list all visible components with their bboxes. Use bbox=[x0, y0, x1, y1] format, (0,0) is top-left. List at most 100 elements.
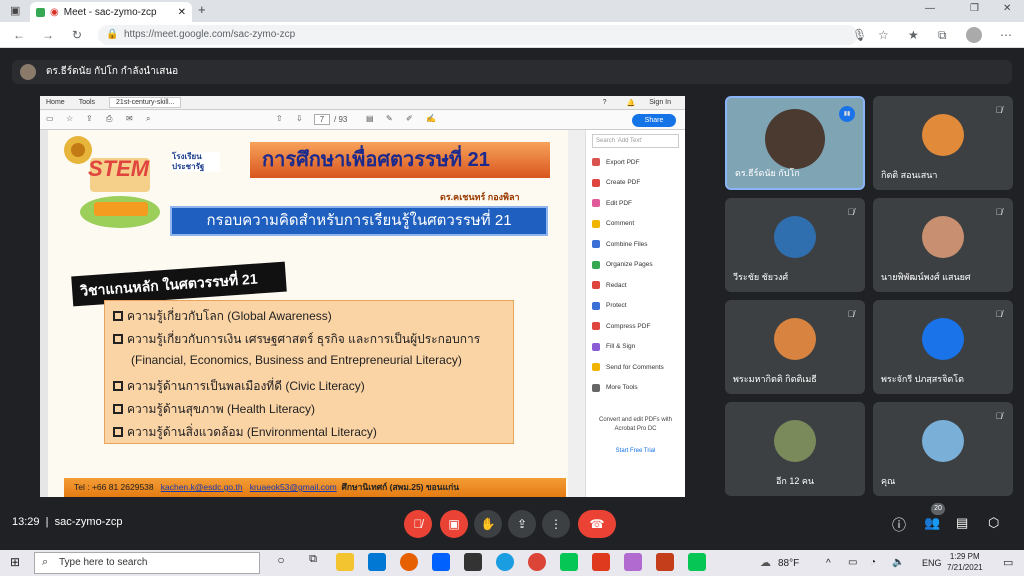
tool-item[interactable]: Compress PDF bbox=[586, 316, 685, 337]
pdf-file-tab[interactable]: 21st-century-skill... bbox=[109, 97, 182, 108]
save-icon[interactable]: ▭ bbox=[46, 114, 54, 123]
refresh-icon[interactable]: ↻ bbox=[72, 22, 82, 48]
participant-tile[interactable]: 🎙̸ พระจักรี ปภสฺสรจิตโต bbox=[873, 300, 1013, 394]
file-explorer-icon[interactable] bbox=[336, 553, 354, 571]
participant-tile[interactable]: อีก 12 คน bbox=[725, 402, 865, 496]
tool-item[interactable]: Fill & Sign bbox=[586, 337, 685, 358]
tool-item[interactable]: Send for Comments bbox=[586, 357, 685, 378]
participant-tile[interactable]: 🎙̸ นายพิพัฒน์พงศ์ แสนยศ bbox=[873, 198, 1013, 292]
cortana-icon[interactable]: ○ bbox=[272, 553, 290, 571]
help-icon[interactable]: ? bbox=[603, 99, 607, 106]
minimize-button[interactable]: — bbox=[925, 3, 935, 14]
volume-icon[interactable]: 🔈 bbox=[892, 557, 904, 568]
mail-icon[interactable] bbox=[368, 553, 386, 571]
tool-item[interactable]: Combine Files bbox=[586, 234, 685, 255]
maximize-button[interactable]: ❐ bbox=[970, 3, 979, 14]
weather-temp[interactable]: 88°F bbox=[778, 558, 799, 569]
windows-start-icon[interactable]: ⊞ bbox=[10, 555, 20, 569]
back-icon[interactable]: ← bbox=[13, 22, 25, 48]
leave-call-button[interactable]: ☎ bbox=[578, 510, 616, 538]
notification-bell-icon[interactable]: 🔔 bbox=[626, 99, 635, 107]
page-up-icon[interactable]: ⇧ bbox=[276, 114, 283, 123]
favorite-star-icon[interactable]: ☆ bbox=[878, 22, 889, 48]
chat-icon[interactable]: ▤ bbox=[956, 515, 968, 531]
comment-icon[interactable]: ▤ bbox=[366, 114, 374, 123]
favorites-icon[interactable]: ★ bbox=[908, 22, 919, 48]
footer-email-2[interactable]: kruaeok53@gmail.com bbox=[250, 482, 337, 492]
more-menu-icon[interactable]: ⋯ bbox=[1000, 22, 1012, 48]
edge-icon[interactable] bbox=[496, 553, 514, 571]
start-trial-link[interactable]: Start Free Trial bbox=[586, 448, 685, 454]
clock-time: 1:29 PM bbox=[949, 552, 980, 561]
taskbar-search-input[interactable]: Type here to search bbox=[34, 552, 260, 574]
tools-search-input[interactable]: Search 'Add Text' bbox=[592, 134, 679, 148]
line-icon[interactable] bbox=[560, 553, 578, 571]
taskbar-clock[interactable]: 1:29 PM 7/21/2021 bbox=[947, 551, 983, 573]
amazon-icon[interactable] bbox=[464, 553, 482, 571]
tool-item[interactable]: More Tools bbox=[586, 378, 685, 399]
page-down-icon[interactable]: ⇩ bbox=[296, 114, 303, 123]
network-icon[interactable]: ▭ bbox=[848, 557, 857, 568]
page-number-input[interactable]: 7 bbox=[314, 114, 330, 125]
activities-icon[interactable]: ⬡ bbox=[988, 515, 999, 531]
pen-icon[interactable]: ✎ bbox=[386, 114, 393, 123]
tray-chevron-icon[interactable]: ^ bbox=[826, 558, 831, 569]
chrome-icon[interactable] bbox=[528, 553, 546, 571]
profile-avatar[interactable] bbox=[966, 27, 982, 43]
tool-item[interactable]: Comment bbox=[586, 214, 685, 235]
raise-hand-button[interactable]: ✋ bbox=[474, 510, 502, 538]
powerpoint-icon[interactable] bbox=[656, 553, 674, 571]
bookmark-star-icon[interactable]: ☆ bbox=[66, 114, 73, 123]
collections-icon[interactable]: ⧉ bbox=[938, 22, 947, 48]
participant-tile[interactable]: 🎙̸ พระมหากิตติ กิตติเมธี bbox=[725, 300, 865, 394]
language-indicator[interactable]: ENG bbox=[922, 558, 942, 568]
paint-icon[interactable] bbox=[624, 553, 642, 571]
info-icon[interactable]: ⓘ bbox=[892, 515, 906, 535]
tool-item[interactable]: Create PDF bbox=[586, 173, 685, 194]
tool-item[interactable]: Edit PDF bbox=[586, 193, 685, 214]
participant-tile[interactable]: ▮▮ ดร.ธีร์ดนัย กัปโก bbox=[725, 96, 865, 190]
participant-tile[interactable]: 🎙̸ วีระชัย ชัยวงศ์ bbox=[725, 198, 865, 292]
tool-item[interactable]: Export PDF bbox=[586, 152, 685, 173]
print-icon[interactable]: ⎙ bbox=[106, 114, 112, 124]
mic-off-icon: 🎙̸ bbox=[413, 517, 423, 531]
dropbox-icon[interactable] bbox=[432, 553, 450, 571]
tool-item[interactable]: Protect bbox=[586, 296, 685, 317]
zoom-search-icon[interactable]: ⌕ bbox=[146, 114, 150, 124]
line-app-icon[interactable] bbox=[688, 553, 706, 571]
microphone-icon[interactable]: 🎙 bbox=[852, 22, 867, 48]
menu-home[interactable]: Home bbox=[46, 99, 65, 106]
new-tab-button[interactable]: + bbox=[198, 2, 206, 17]
camera-toggle-button[interactable]: ▣ bbox=[440, 510, 468, 538]
browser-tab[interactable]: ◉ Meet - sac-zymo-zcp ✕ bbox=[30, 2, 192, 22]
sign-in-link[interactable]: Sign In bbox=[649, 99, 671, 106]
list-item: ความรู้ด้านการเป็นพลเมืองที่ดี (Civic Li… bbox=[113, 377, 365, 396]
more-options-button[interactable]: ⋮ bbox=[542, 510, 570, 538]
share-button[interactable]: Share bbox=[632, 114, 676, 127]
upload-icon[interactable]: ⇪ bbox=[86, 114, 93, 123]
more-vert-icon: ⋮ bbox=[550, 517, 562, 531]
footer-email-1[interactable]: kachen.k@esdc.go.th bbox=[161, 482, 243, 492]
sign-icon[interactable]: ✍ bbox=[426, 114, 436, 123]
highlight-icon[interactable]: ✐ bbox=[406, 114, 413, 123]
mic-toggle-button[interactable]: 🎙̸ bbox=[404, 510, 432, 538]
url-field[interactable]: https://meet.google.com/sac-zymo-zcp bbox=[98, 25, 858, 45]
tab-actions-icon[interactable]: ▣ bbox=[10, 4, 20, 17]
firefox-icon[interactable] bbox=[400, 553, 418, 571]
tool-item[interactable]: Organize Pages bbox=[586, 255, 685, 276]
task-view-icon[interactable]: ⧉ bbox=[304, 553, 322, 571]
participant-tile[interactable]: 🎙̸ กิตติ สอนเสนา bbox=[873, 96, 1013, 190]
tool-item[interactable]: Redact bbox=[586, 275, 685, 296]
close-window-button[interactable]: ✕ bbox=[1003, 3, 1011, 14]
office-icon[interactable] bbox=[592, 553, 610, 571]
menu-tools[interactable]: Tools bbox=[79, 99, 95, 106]
tab-close-icon[interactable]: ✕ bbox=[178, 7, 186, 18]
forward-icon[interactable]: → bbox=[42, 22, 54, 48]
email-icon[interactable]: ✉ bbox=[126, 114, 133, 123]
wifi-icon[interactable]: ◔ bbox=[870, 557, 876, 568]
notifications-icon[interactable]: ▭ bbox=[1003, 556, 1013, 569]
present-button[interactable]: ⇪ bbox=[508, 510, 536, 538]
participant-tile[interactable]: 🎙̸ คุณ bbox=[873, 402, 1013, 496]
people-icon[interactable]: 👥 bbox=[924, 515, 940, 531]
pdf-scrollbar[interactable] bbox=[568, 130, 585, 497]
